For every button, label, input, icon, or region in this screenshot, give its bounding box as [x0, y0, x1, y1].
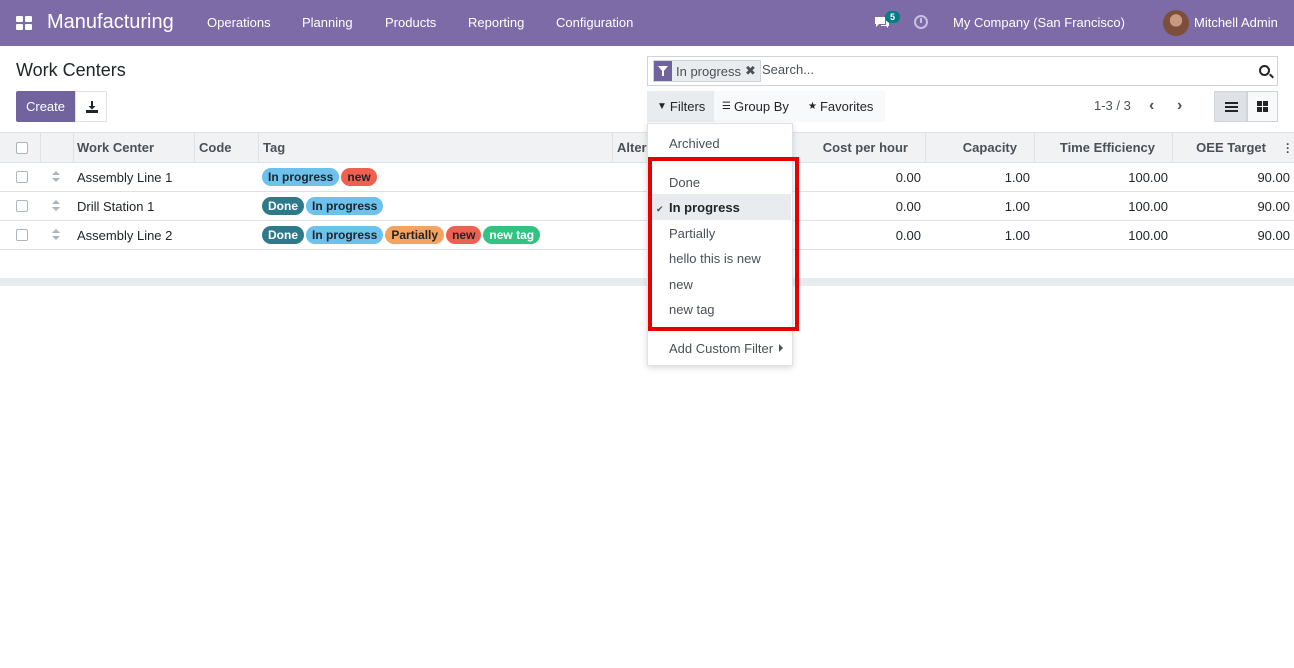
filter-icon: ▼	[657, 101, 667, 112]
user-menu[interactable]: Mitchell Admin	[1194, 15, 1278, 30]
cell-time-efficiency: 100.00	[1128, 199, 1168, 214]
pager-next-icon[interactable]: ›	[1177, 97, 1182, 115]
row-checkbox[interactable]	[16, 171, 28, 183]
filters-dropdown-toggle[interactable]: ▼ Filters	[647, 91, 714, 122]
cell-work-center: Assembly Line 2	[77, 228, 173, 243]
menu-planning[interactable]: Planning	[302, 15, 353, 30]
groupby-label: Group By	[733, 99, 789, 114]
cell-cost-per-hour: 0.00	[895, 170, 921, 185]
create-button[interactable]: Create	[16, 91, 75, 122]
column-tag[interactable]: Tag	[263, 140, 285, 155]
menu-products[interactable]: Products	[385, 15, 436, 30]
search-box: In progress ✖	[647, 56, 1278, 86]
export-button[interactable]	[75, 91, 107, 122]
cell-cost-per-hour: 0.00	[895, 199, 921, 214]
activity-clock-icon[interactable]	[914, 15, 928, 29]
column-capacity[interactable]: Capacity	[930, 140, 1017, 155]
column-code[interactable]: Code	[199, 140, 232, 155]
list-view-button[interactable]	[1214, 91, 1247, 122]
cell-tags: Done In progress	[262, 197, 385, 215]
drag-handle-icon[interactable]	[52, 229, 60, 241]
cell-capacity: 1.00	[1004, 199, 1030, 214]
cell-tags: Done In progress Partially new new tag	[262, 226, 542, 244]
facet-label: In progress	[676, 63, 742, 79]
cell-oee-target: 90.00	[1257, 199, 1290, 214]
cell-oee-target: 90.00	[1257, 228, 1290, 243]
search-facet: In progress ✖	[653, 60, 761, 82]
favorites-label: Favorites	[819, 99, 874, 114]
menu-reporting[interactable]: Reporting	[468, 15, 524, 30]
kanban-view-button[interactable]	[1247, 91, 1278, 122]
search-icon[interactable]	[1259, 65, 1270, 76]
column-work-center[interactable]: Work Center	[77, 140, 154, 155]
select-all-checkbox[interactable]	[16, 142, 28, 154]
add-custom-filter[interactable]: Add Custom Filter	[669, 341, 773, 356]
row-checkbox[interactable]	[16, 229, 28, 241]
app-name[interactable]: Manufacturing	[47, 11, 174, 34]
cell-capacity: 1.00	[1004, 170, 1030, 185]
pager-previous-icon[interactable]: ‹	[1149, 97, 1154, 115]
menu-configuration[interactable]: Configuration	[556, 15, 633, 30]
tag-badge: Done	[262, 197, 304, 215]
download-icon	[86, 101, 98, 113]
kanban-view-icon	[1257, 101, 1269, 112]
list-view-icon	[1225, 102, 1238, 112]
cell-time-efficiency: 100.00	[1128, 228, 1168, 243]
remove-facet-icon[interactable]: ✖	[745, 63, 760, 79]
optional-columns-icon[interactable]: · · ·	[1286, 138, 1290, 158]
company-switcher[interactable]: My Company (San Francisco)	[953, 15, 1125, 30]
search-input[interactable]	[762, 62, 1242, 77]
menu-operations[interactable]: Operations	[207, 15, 271, 30]
filter-archived[interactable]: Archived	[669, 136, 720, 151]
cell-cost-per-hour: 0.00	[895, 228, 921, 243]
row-checkbox[interactable]	[16, 200, 28, 212]
column-oee-target[interactable]: OEE Target	[1177, 140, 1266, 155]
filter-icon	[654, 61, 672, 81]
star-icon: ★	[808, 101, 817, 112]
cell-capacity: 1.00	[1004, 228, 1030, 243]
tag-badge: new tag	[483, 226, 541, 244]
messages-count-badge: 5	[885, 11, 901, 23]
cell-tags: In progress new	[262, 168, 379, 186]
tag-badge: Partially	[385, 226, 445, 244]
tag-badge: Done	[262, 226, 304, 244]
column-alternative[interactable]: Alter	[617, 140, 647, 155]
favorites-dropdown-toggle[interactable]: ★ Favorites	[800, 91, 885, 122]
column-cost-per-hour[interactable]: Cost per hour	[800, 140, 908, 155]
tag-badge: new	[446, 226, 482, 244]
caret-right-icon	[779, 344, 783, 352]
tag-badge: In progress	[262, 168, 340, 186]
drag-handle-icon[interactable]	[52, 171, 60, 183]
tag-badge: In progress	[306, 226, 384, 244]
page-title: Work Centers	[16, 60, 126, 80]
cell-oee-target: 90.00	[1257, 170, 1290, 185]
highlight-box	[648, 157, 799, 331]
apps-menu-icon[interactable]	[16, 16, 32, 30]
list-lines-icon: ☰	[722, 101, 731, 112]
cell-time-efficiency: 100.00	[1128, 170, 1168, 185]
pager-value[interactable]: 1-3 / 3	[1094, 98, 1131, 113]
filters-label: Filters	[669, 99, 706, 114]
drag-handle-icon[interactable]	[52, 200, 60, 212]
groupby-dropdown-toggle[interactable]: ☰ Group By	[714, 91, 800, 122]
user-avatar[interactable]	[1163, 10, 1189, 36]
cell-work-center: Drill Station 1	[77, 199, 155, 214]
tag-badge: new	[341, 168, 377, 186]
tag-badge: In progress	[306, 197, 384, 215]
column-time-efficiency[interactable]: Time Efficiency	[1039, 140, 1155, 155]
top-navbar: Manufacturing Operations Planning Produc…	[0, 0, 1294, 46]
cell-work-center: Assembly Line 1	[77, 170, 173, 185]
